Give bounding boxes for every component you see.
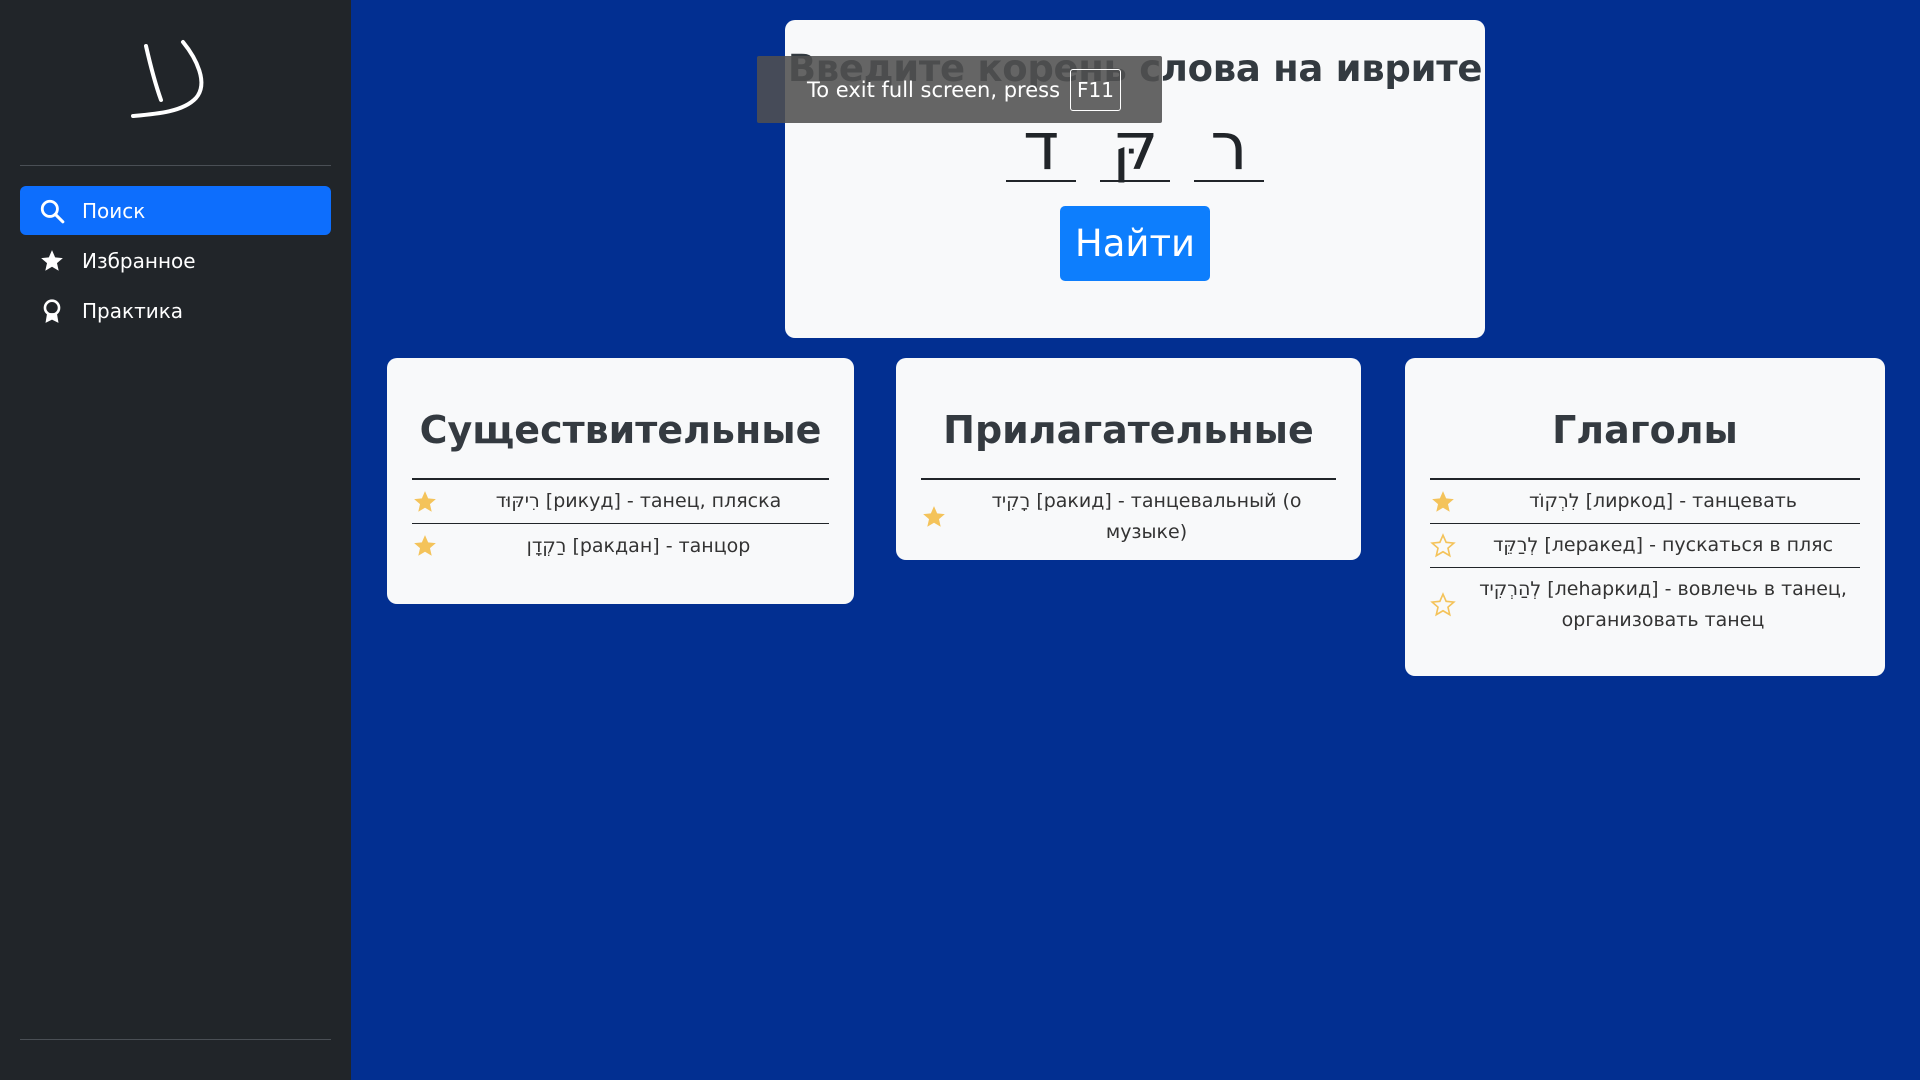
word-entry: רָקִיד [ракид] - танцевальный (о музыке) — [991, 490, 1302, 543]
root-letter-input[interactable]: ר — [1194, 112, 1264, 182]
sidebar-item-search[interactable]: Поиск — [20, 186, 331, 235]
favorite-star-icon[interactable] — [921, 504, 947, 530]
favorite-star-icon[interactable] — [1430, 592, 1456, 618]
toast-key: F11 — [1070, 68, 1121, 111]
card-title: Существительные — [412, 408, 829, 480]
sidebar-bottom-divider — [20, 1039, 331, 1040]
sidebar: Поиск Избранное Практика — [0, 0, 351, 1080]
sidebar-item-label: Поиск — [82, 198, 146, 223]
list-item: לְהַרְקִיד [леhаркид] - вовлечь в танец,… — [1430, 568, 1860, 642]
adjectives-card: Прилагательные רָקִיד [ракид] - танцевал… — [896, 358, 1361, 560]
sidebar-nav: Поиск Избранное Практика — [0, 166, 351, 335]
verbs-card: Глаголы לִרְקוֹד [лиркод] - танцевать לְ… — [1405, 358, 1885, 676]
fullscreen-exit-toast: To exit full screen, press F11 — [757, 56, 1162, 123]
star-icon — [38, 247, 66, 275]
sidebar-item-label: Избранное — [82, 248, 196, 273]
search-icon — [38, 197, 66, 225]
favorite-star-icon[interactable] — [412, 533, 438, 559]
list-item: רַקְדָן [ракдан] - танцор — [412, 524, 829, 568]
favorite-star-icon[interactable] — [1430, 532, 1456, 559]
find-button[interactable]: Найти — [1060, 206, 1210, 281]
app-root: Поиск Избранное Практика Введите корень … — [0, 0, 1920, 1080]
award-icon — [38, 297, 66, 325]
main-content: Введите корень слова на иврите ד קּ ר На… — [351, 0, 1920, 1080]
card-title: Глаголы — [1430, 408, 1860, 480]
nouns-card: Существительные רִיקּוּד [рикуд] - танец… — [387, 358, 854, 604]
card-title: Прилагательные — [921, 408, 1336, 480]
list-item: רִיקּוּד [рикуд] - танец, пляска — [412, 480, 829, 524]
list-item: לְרַקֵּד [леракед] - пускаться в пляс — [1430, 524, 1860, 568]
word-entry: רִיקּוּד [рикуд] - танец, пляска — [495, 490, 782, 512]
word-entry: לְהַרְקִיד [леhаркид] - вовлечь в танец,… — [1479, 578, 1847, 631]
favorite-star-icon[interactable] — [412, 489, 438, 515]
logo[interactable] — [0, 0, 351, 165]
favorite-star-icon[interactable] — [1430, 489, 1456, 515]
list-item: רָקִיד [ракид] - танцевальный (о музыке) — [921, 480, 1336, 554]
sidebar-item-label: Практика — [82, 298, 184, 323]
ayin-logo-icon — [130, 39, 203, 118]
toast-text: To exit full screen, press — [807, 77, 1061, 102]
sidebar-item-favorites[interactable]: Избранное — [20, 236, 331, 285]
sidebar-item-practice[interactable]: Практика — [20, 286, 331, 335]
word-entry: רַקְדָן [ракдан] - танцор — [526, 534, 751, 557]
word-entry: לְרַקֵּד [леракед] - пускаться в пляс — [1492, 534, 1834, 556]
list-item: לִרְקוֹד [лиркод] - танцевать — [1430, 480, 1860, 524]
word-entry: לִרְקוֹד [лиркод] - танцевать — [1528, 490, 1797, 512]
